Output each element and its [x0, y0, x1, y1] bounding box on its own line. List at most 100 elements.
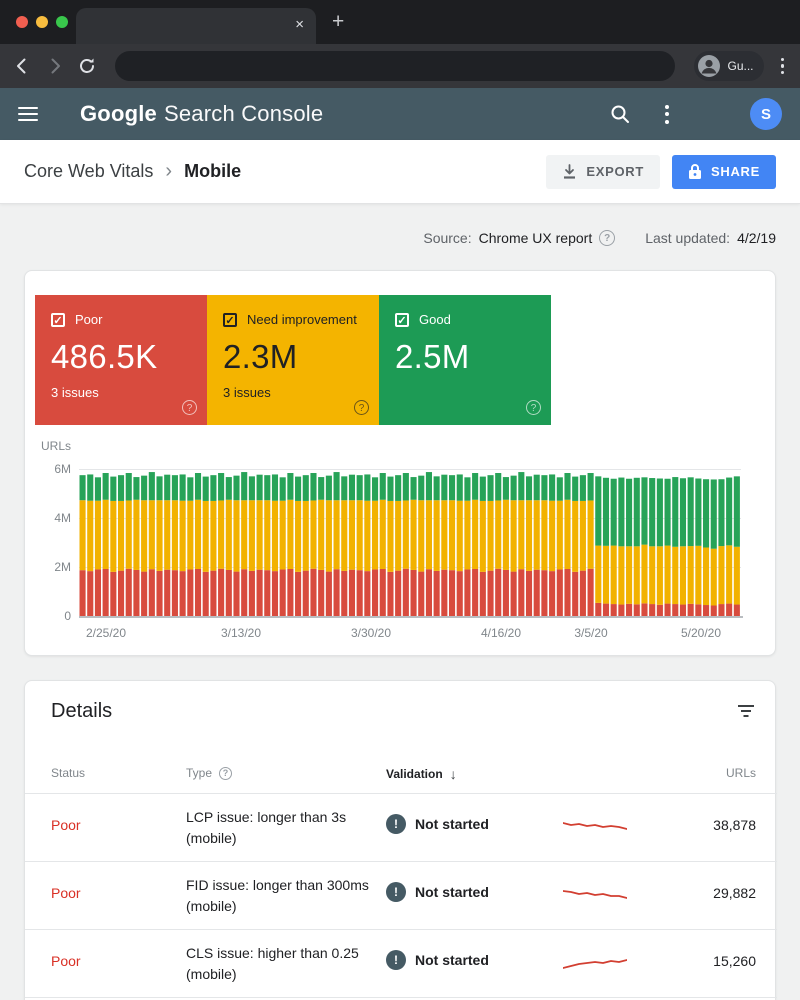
breadcrumb: Core Web Vitals › Mobile: [24, 160, 241, 183]
checkbox-icon[interactable]: ✓: [223, 313, 237, 327]
header-urls[interactable]: URLs: [726, 766, 756, 780]
validation-cell: !Not started: [386, 814, 489, 834]
stacked-bar-chart[interactable]: [79, 468, 741, 616]
download-icon: [562, 164, 577, 180]
browser-tab-strip: × +: [0, 0, 800, 44]
sort-desc-icon: ↓: [450, 766, 457, 782]
exclamation-icon: !: [386, 814, 406, 834]
header-validation[interactable]: Validation↓: [386, 766, 457, 782]
y-tick-0: 0: [33, 609, 71, 623]
card-issues[interactable]: 3 issues: [223, 385, 363, 400]
help-icon[interactable]: ?: [599, 230, 615, 246]
person-icon: [697, 54, 721, 78]
traffic-light-close-icon[interactable]: [16, 16, 28, 28]
type-cell[interactable]: LCP issue: longer than 3s(mobile): [186, 807, 346, 849]
chevron-right-icon: ›: [165, 160, 172, 183]
type-cell[interactable]: CLS issue: higher than 0.25(mobile): [186, 943, 359, 985]
urls-cell: 15,260: [713, 953, 756, 969]
x-tick-label: 3/13/20: [206, 626, 276, 640]
share-label: SHARE: [711, 164, 760, 179]
trend-sparkline: [563, 818, 627, 836]
y-axis-title: URLs: [41, 439, 71, 453]
y-tick-6m: 6M: [33, 462, 71, 476]
traffic-light-minimize-icon[interactable]: [36, 16, 48, 28]
help-icon[interactable]: ?: [182, 400, 197, 415]
logo-google: Google: [80, 101, 157, 126]
breadcrumb-section[interactable]: Core Web Vitals: [24, 161, 153, 182]
urls-cell: 38,878: [713, 817, 756, 833]
back-icon[interactable]: [12, 56, 32, 76]
x-tick-label: 3/30/20: [336, 626, 406, 640]
app-logo[interactable]: Google Search Console: [80, 101, 323, 127]
y-tick-4m: 4M: [33, 511, 71, 525]
reload-icon[interactable]: [78, 57, 96, 75]
card-value: 2.3M: [223, 338, 363, 376]
status-cell: Poor: [51, 885, 81, 901]
help-icon[interactable]: ?: [526, 400, 541, 415]
logo-search-console: Search Console: [164, 101, 323, 126]
checkbox-icon[interactable]: ✓: [51, 313, 65, 327]
checkbox-icon[interactable]: ✓: [395, 313, 409, 327]
trend-sparkline: [563, 954, 627, 972]
urls-cell: 29,882: [713, 885, 756, 901]
x-tick-label: 3/5/20: [556, 626, 626, 640]
browser-tab[interactable]: ×: [76, 8, 316, 44]
browser-toolbar: Gu...: [0, 44, 800, 88]
overflow-menu-icon[interactable]: [661, 105, 673, 124]
card-value: 486.5K: [51, 338, 191, 376]
share-button[interactable]: SHARE: [672, 155, 776, 189]
type-cell[interactable]: FID issue: longer than 300ms(mobile): [186, 875, 369, 917]
source-label: Source:: [423, 230, 471, 246]
browser-menu-icon[interactable]: [777, 58, 789, 75]
x-tick-label: 2/25/20: [71, 626, 141, 640]
browser-profile-chip[interactable]: Gu...: [694, 51, 763, 81]
filter-icon[interactable]: [737, 705, 755, 719]
header-type[interactable]: Type?: [186, 766, 232, 780]
x-tick-label: 5/20/20: [666, 626, 736, 640]
last-updated-label: Last updated:: [645, 230, 730, 246]
account-avatar[interactable]: S: [750, 98, 782, 130]
details-title: Details: [51, 700, 112, 723]
address-bar[interactable]: [115, 51, 675, 81]
source-value: Chrome UX report: [479, 230, 593, 246]
trend-sparkline: [563, 886, 627, 904]
help-icon[interactable]: ?: [354, 400, 369, 415]
apps-grid-icon[interactable]: [703, 104, 724, 125]
search-icon[interactable]: [609, 103, 631, 125]
status-cell: Poor: [51, 817, 81, 833]
y-tick-2m: 2M: [33, 560, 71, 574]
x-axis-line: [79, 616, 743, 618]
summary-card-poor[interactable]: ✓Poor 486.5K 3 issues ?: [35, 295, 207, 425]
new-tab-icon[interactable]: +: [332, 10, 344, 34]
export-button[interactable]: EXPORT: [546, 155, 660, 189]
summary-card-need-improvement[interactable]: ✓ Need improvement 2.3M 3 issues ?: [207, 295, 379, 425]
forward-icon[interactable]: [45, 56, 65, 76]
traffic-light-zoom-icon[interactable]: [56, 16, 68, 28]
tab-close-icon[interactable]: ×: [295, 16, 304, 34]
table-row[interactable]: Poor LCP issue: longer than 3s(mobile) !…: [25, 794, 777, 862]
details-panel: Details Status Type? Validation↓ URLs Po…: [24, 680, 776, 1000]
menu-icon[interactable]: [18, 107, 38, 121]
help-icon[interactable]: ?: [219, 767, 232, 780]
header-status[interactable]: Status: [51, 766, 85, 780]
profile-label: Gu...: [727, 59, 753, 73]
card-label: Need improvement: [247, 312, 357, 327]
export-label: EXPORT: [586, 164, 644, 179]
app-bar: Google Search Console S: [0, 88, 800, 140]
report-meta: Source: Chrome UX report ? Last updated:…: [423, 230, 776, 246]
status-cell: Poor: [51, 953, 81, 969]
x-axis-ticks: 2/25/203/13/203/30/204/16/203/5/205/20/2…: [79, 626, 741, 642]
lock-icon: [688, 163, 702, 180]
exclamation-icon: !: [386, 950, 406, 970]
page-title: Mobile: [184, 161, 241, 182]
last-updated-value: 4/2/19: [737, 230, 776, 246]
breadcrumb-bar: Core Web Vitals › Mobile EXPORT SHARE: [0, 140, 800, 204]
card-issues[interactable]: 3 issues: [51, 385, 191, 400]
table-row[interactable]: Poor CLS issue: higher than 0.25(mobile)…: [25, 930, 777, 998]
validation-cell: !Not started: [386, 950, 489, 970]
table-row[interactable]: Poor FID issue: longer than 300ms(mobile…: [25, 862, 777, 930]
validation-cell: !Not started: [386, 882, 489, 902]
card-label: Good: [419, 312, 451, 327]
summary-card-good[interactable]: ✓Good 2.5M ?: [379, 295, 551, 425]
summary-cards: ✓Poor 486.5K 3 issues ? ✓ Need improvemen…: [35, 295, 551, 425]
